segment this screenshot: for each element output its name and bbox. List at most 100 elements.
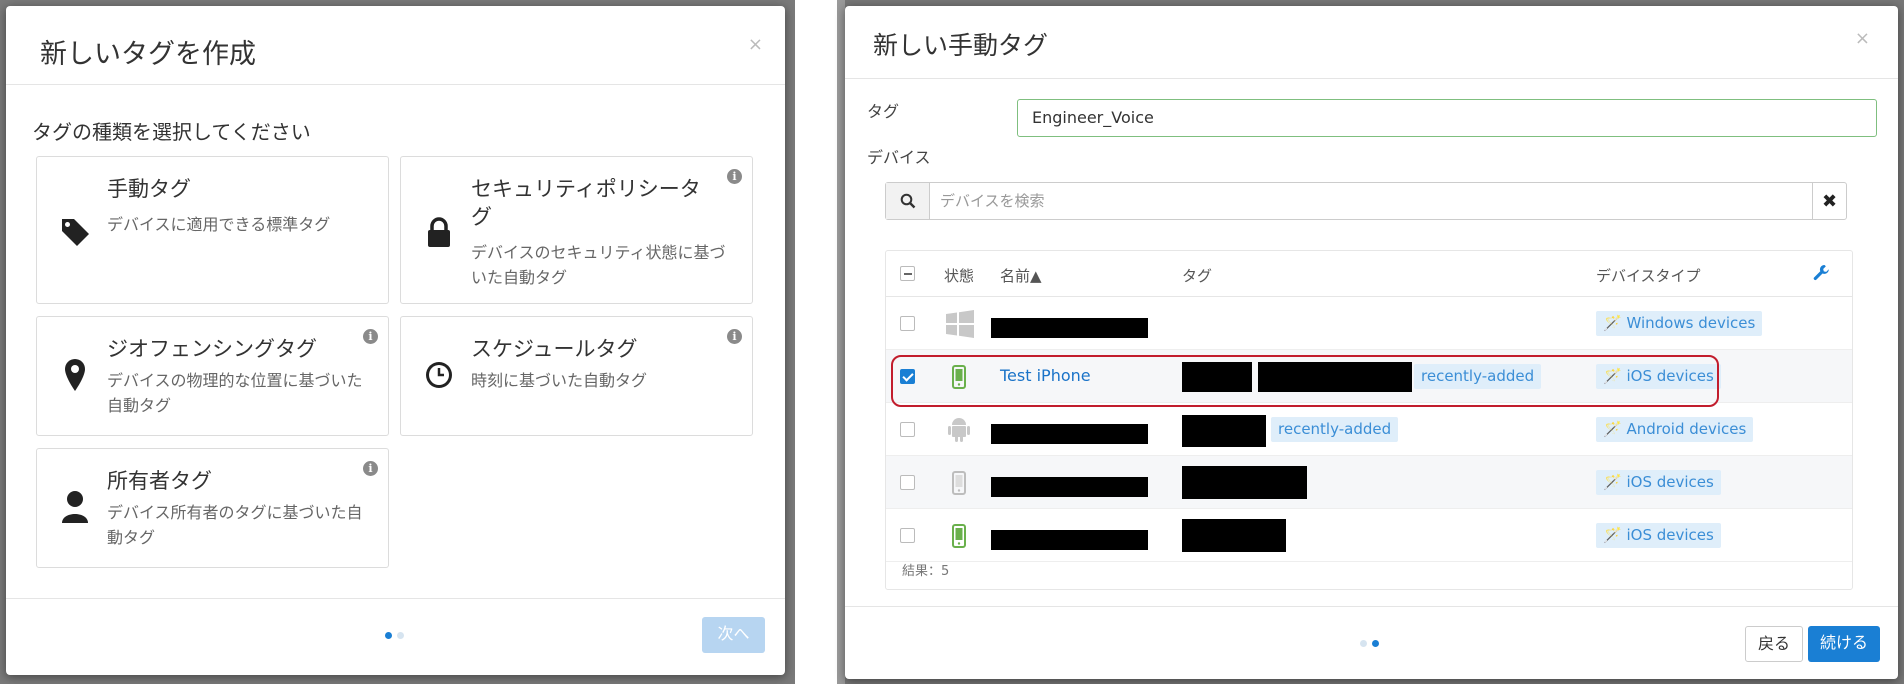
card-title: セキュリティポリシータグ <box>471 177 701 229</box>
background-page-strip <box>837 0 845 684</box>
lock-icon <box>428 217 450 247</box>
device-type-label: iOS devices <box>1626 473 1714 491</box>
android-icon <box>948 418 970 442</box>
column-tags: タグ <box>1182 267 1213 285</box>
tag-name-input[interactable]: Engineer_Voice <box>1017 99 1877 137</box>
device-type-badge: 🪄 iOS devices <box>1596 523 1721 548</box>
card-description: 時刻に基づいた自動タグ <box>471 371 648 390</box>
card-manual-tag[interactable]: 手動タグ デバイスに適用できる標準タグ <box>36 156 389 304</box>
table-header: 状態 名前▲ タグ デバイスタイプ <box>886 251 1852 297</box>
background-gap <box>795 0 837 684</box>
continue-button[interactable]: 続ける <box>1808 626 1880 662</box>
device-type-badge: 🪄 Windows devices <box>1596 311 1763 336</box>
device-type-badge: 🪄 iOS devices <box>1596 470 1721 495</box>
device-type-label: iOS devices <box>1626 367 1714 385</box>
card-title: スケジュールタグ <box>471 337 638 361</box>
info-icon[interactable]: i <box>727 169 742 184</box>
wand-icon: 🪄 <box>1603 420 1622 438</box>
column-status: 状態 <box>944 267 975 285</box>
table-row[interactable]: 🪄 iOS devices <box>886 509 1852 562</box>
column-device-type: デバイスタイプ <box>1596 267 1701 285</box>
tag-badge: recently-added <box>1414 364 1542 389</box>
info-icon[interactable]: i <box>363 461 378 476</box>
redacted-tag <box>1182 362 1252 392</box>
create-tag-modal: 新しいタグを作成 × タグの種類を選択してください 手動タグ デバイスに適用でき… <box>6 6 785 675</box>
card-title: 所有者タグ <box>107 469 212 493</box>
row-checkbox[interactable] <box>900 316 915 331</box>
device-label: デバイス <box>867 148 931 167</box>
modal-title: 新しいタグを作成 <box>40 39 256 70</box>
iphone-icon <box>952 524 966 548</box>
select-all-checkbox[interactable] <box>900 266 915 281</box>
column-name[interactable]: 名前▲ <box>1000 265 1042 286</box>
device-name-link[interactable]: Test iPhone <box>1000 366 1091 385</box>
info-icon[interactable]: i <box>727 329 742 344</box>
table-row-selected[interactable]: Test iPhone recently-added 🪄 iOS devices <box>886 350 1852 403</box>
device-search: デバイスを検索 ✖ <box>885 182 1847 220</box>
header-divider <box>6 84 785 85</box>
step-indicator <box>1360 640 1379 647</box>
row-checkbox[interactable] <box>900 422 915 437</box>
step-dot <box>1360 640 1367 647</box>
next-button[interactable]: 次へ <box>702 617 765 653</box>
device-type-badge: 🪄 iOS devices <box>1596 364 1721 389</box>
search-input[interactable]: デバイスを検索 <box>930 183 1812 219</box>
wand-icon: 🪄 <box>1603 367 1622 385</box>
device-table: 状態 名前▲ タグ デバイスタイプ 🪄 Windows devices Test… <box>885 250 1853 590</box>
tag-icon <box>62 219 89 246</box>
table-row[interactable]: 🪄 Windows devices <box>886 297 1852 350</box>
redacted-name <box>991 477 1148 497</box>
redacted-name <box>991 318 1148 338</box>
card-geofencing-tag[interactable]: ジオフェンシングタグ デバイスの物理的な位置に基づいた自動タグ i <box>36 316 389 436</box>
device-type-label: Android devices <box>1626 420 1747 438</box>
step-dot <box>397 632 404 639</box>
card-title: 手動タグ <box>107 177 191 201</box>
card-owner-tag[interactable]: 所有者タグ デバイス所有者のタグに基づいた自動タグ i <box>36 448 389 568</box>
card-title: ジオフェンシングタグ <box>107 337 317 361</box>
device-type-label: Windows devices <box>1626 314 1756 332</box>
footer-divider <box>6 598 785 599</box>
new-manual-tag-modal: 新しい手動タグ × タグ Engineer_Voice デバイス デバイスを検索… <box>845 6 1898 679</box>
table-row[interactable]: 🪄 iOS devices <box>886 456 1852 509</box>
info-icon[interactable]: i <box>363 329 378 344</box>
table-row[interactable]: recently-added 🪄 Android devices <box>886 403 1852 456</box>
redacted-tag <box>1182 415 1266 447</box>
iphone-icon <box>952 365 966 389</box>
tag-type-prompt: タグの種類を選択してください <box>32 120 311 144</box>
tag-label: タグ <box>867 102 900 121</box>
search-icon <box>900 193 915 209</box>
card-description: デバイス所有者のタグに基づいた自動タグ <box>107 503 363 547</box>
map-marker-icon <box>65 359 85 391</box>
card-security-policy-tag[interactable]: セキュリティポリシータグ デバイスのセキュリティ状態に基づいた自動タグ i <box>400 156 753 304</box>
windows-icon <box>946 310 974 338</box>
clock-icon <box>426 362 452 388</box>
user-icon <box>62 491 88 523</box>
header-divider <box>845 78 1898 79</box>
close-button[interactable]: × <box>748 36 763 54</box>
iphone-icon <box>952 471 966 495</box>
redacted-tag <box>1182 519 1286 552</box>
card-description: デバイスの物理的な位置に基づいた自動タグ <box>107 371 363 415</box>
step-indicator <box>385 632 404 639</box>
footer-divider <box>845 606 1898 607</box>
row-checkbox[interactable] <box>900 369 915 384</box>
card-schedule-tag[interactable]: スケジュールタグ 時刻に基づいた自動タグ i <box>400 316 753 436</box>
row-checkbox[interactable] <box>900 528 915 543</box>
card-description: デバイスに適用できる標準タグ <box>107 215 331 234</box>
device-type-badge: 🪄 Android devices <box>1596 417 1754 442</box>
redacted-name <box>991 424 1148 444</box>
wand-icon: 🪄 <box>1603 473 1622 491</box>
step-dot-active <box>385 632 392 639</box>
wrench-icon[interactable] <box>1813 264 1830 281</box>
tag-badge: recently-added <box>1271 417 1399 442</box>
clear-search-button[interactable]: ✖ <box>1812 183 1846 219</box>
wand-icon: 🪄 <box>1603 314 1622 332</box>
wand-icon: 🪄 <box>1603 526 1622 544</box>
step-dot-active <box>1372 640 1379 647</box>
results-count: 結果：5 <box>902 564 950 579</box>
redacted-name <box>991 530 1148 550</box>
row-checkbox[interactable] <box>900 475 915 490</box>
close-button[interactable]: × <box>1855 30 1870 48</box>
search-addon <box>886 183 930 219</box>
back-button[interactable]: 戻る <box>1745 626 1803 662</box>
